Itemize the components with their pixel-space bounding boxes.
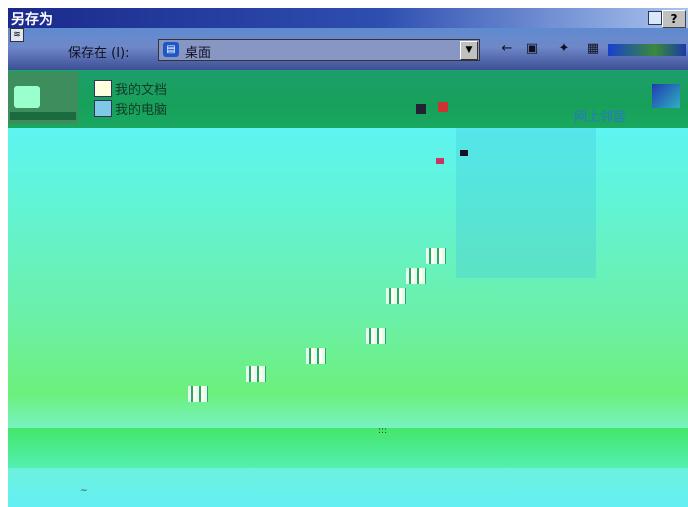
noise-mark: [366, 328, 386, 344]
app-icon: ≋: [10, 28, 24, 42]
title-bar: 另存为 ?: [8, 8, 688, 28]
list-item-label: 我的电脑: [115, 103, 168, 118]
folder-icon: [94, 80, 112, 97]
network-places-label[interactable]: 网上邻居: [574, 106, 626, 125]
noise-mark: [306, 348, 326, 364]
file-list-area: 我的文档 我的电脑 网上邻居: [8, 70, 688, 128]
list-item[interactable]: 我的文档: [94, 80, 167, 98]
noise-mark: [246, 366, 266, 382]
location-value: 桌面: [185, 46, 212, 61]
toolbar: ≋ 保存在 (I): ▤ 桌面 ▼ ← ▣ ✦ ▦: [8, 28, 688, 70]
dialog-body: ::: ~: [8, 128, 688, 507]
noise-mark: [188, 386, 208, 402]
network-icon: [652, 84, 680, 108]
file-list: 我的文档 我的电脑 网上邻居: [86, 72, 676, 125]
back-button[interactable]: ←: [498, 41, 516, 57]
lower-band: [8, 428, 688, 468]
views-menu-button[interactable]: ▦: [583, 41, 603, 57]
up-folder-button[interactable]: ▣: [523, 41, 541, 57]
noise-mark: [416, 104, 426, 114]
list-item-label: 我的文档: [115, 83, 168, 98]
desktop-icon: ▤: [163, 42, 179, 57]
computer-icon: [94, 100, 112, 117]
noise-mark: ~: [80, 486, 88, 496]
location-dropdown[interactable]: ▤ 桌面 ▼: [158, 39, 480, 61]
help-button[interactable]: ?: [662, 10, 686, 28]
window-title: 另存为: [11, 12, 53, 28]
noise-mark: :::: [378, 426, 388, 436]
noise-mark: [438, 102, 448, 112]
list-item[interactable]: 我的电脑: [94, 100, 167, 118]
noise-mark: [386, 288, 406, 304]
noise-mark: [460, 150, 468, 156]
noise-mark: [426, 248, 446, 264]
background-panel: [456, 128, 596, 278]
noise-mark: [436, 158, 444, 164]
places-label: [10, 112, 76, 120]
history-icon[interactable]: [14, 86, 40, 108]
save-in-label: 保存在 (I):: [68, 46, 130, 61]
new-folder-button[interactable]: ✦: [554, 41, 574, 57]
toolbar-decoration: [608, 44, 686, 56]
places-bar: [8, 72, 78, 124]
chevron-down-icon[interactable]: ▼: [460, 41, 478, 60]
noise-mark: [406, 268, 426, 284]
window-icon: [648, 11, 662, 25]
